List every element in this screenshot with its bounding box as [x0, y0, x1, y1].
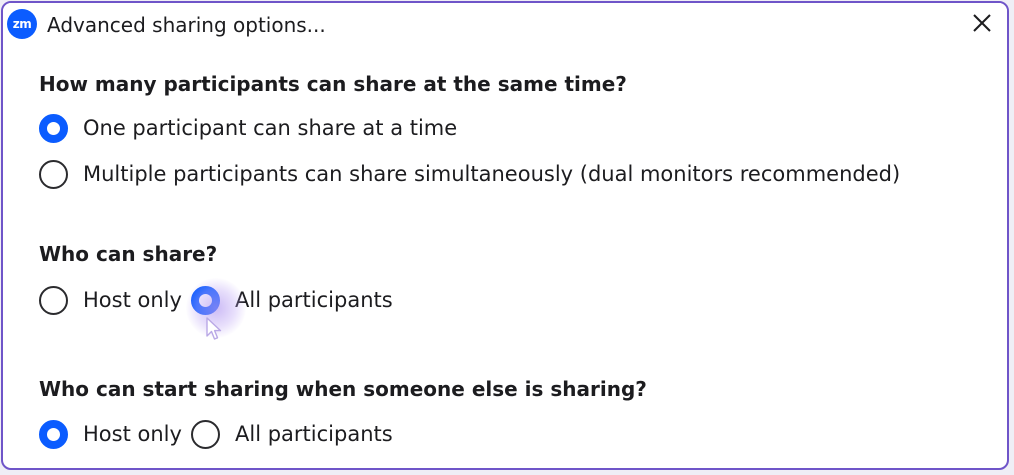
radio-one-participant[interactable] [39, 113, 68, 143]
close-button[interactable] [963, 7, 1001, 41]
window-title: Advanced sharing options... [47, 13, 326, 37]
option-label: All participants [235, 288, 393, 312]
option-start-host-only[interactable]: Host only [39, 417, 182, 451]
dialog-content: How many participants can share at the s… [3, 47, 1007, 468]
zoom-logo-icon: zm [7, 9, 37, 39]
close-icon [973, 14, 991, 32]
option-label: All participants [235, 422, 393, 446]
option-share-host-only[interactable]: Host only [39, 283, 182, 317]
option-label: Multiple participants can share simultan… [83, 162, 901, 186]
advanced-sharing-dialog: zm Advanced sharing options... How many … [1, 1, 1009, 470]
option-label: Host only [83, 288, 182, 312]
section-heading-who-can-share: Who can share? [39, 242, 218, 266]
option-label: One participant can share at a time [83, 116, 458, 140]
option-start-all-participants[interactable]: All participants [191, 417, 393, 451]
radio-multiple-participants[interactable] [39, 159, 68, 189]
radio-share-all-participants[interactable] [191, 285, 220, 315]
option-share-all-participants[interactable]: All participants [191, 283, 393, 317]
radio-start-all-participants[interactable] [191, 419, 220, 449]
option-label: Host only [83, 422, 182, 446]
option-one-participant[interactable]: One participant can share at a time [39, 111, 457, 145]
radio-start-host-only[interactable] [39, 419, 68, 449]
title-bar: zm Advanced sharing options... [3, 3, 1007, 47]
radio-share-host-only[interactable] [39, 285, 68, 315]
section-heading-concurrent-share: How many participants can share at the s… [39, 72, 627, 96]
section-heading-start-while-sharing: Who can start sharing when someone else … [39, 377, 647, 401]
option-multiple-participants[interactable]: Multiple participants can share simultan… [39, 157, 900, 191]
